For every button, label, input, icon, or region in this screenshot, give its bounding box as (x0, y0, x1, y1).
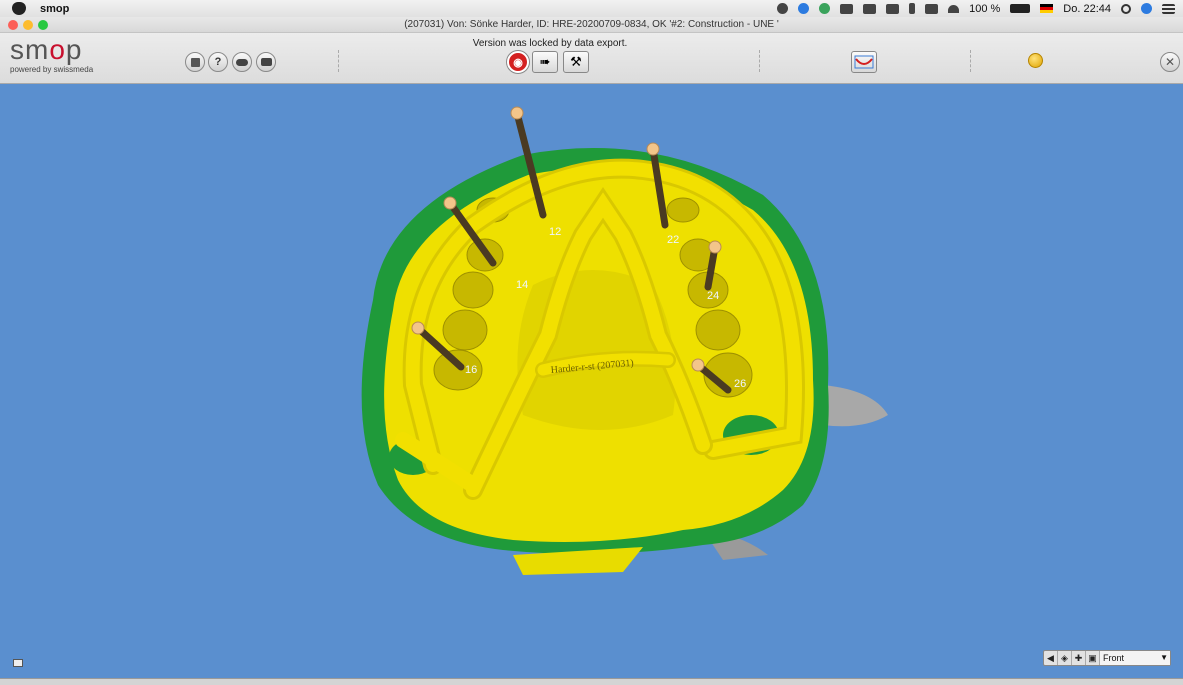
gamepad-icon (236, 58, 248, 66)
lock-message: Version was locked by data export. (472, 38, 628, 49)
window-title: (207031) Von: Sönke Harder, ID: HRE-2020… (404, 19, 779, 30)
3d-viewport[interactable]: 12 14 16 22 24 26 Harder-r-st (207031) ◀… (3, 85, 1180, 678)
evernote-icon[interactable] (819, 3, 831, 14)
battery-percent: 100 % (969, 2, 1001, 15)
menubar-clock[interactable]: Do. 22:44 (1063, 3, 1111, 15)
wifi-icon[interactable] (948, 4, 960, 13)
screenshot-button[interactable] (256, 52, 276, 72)
battery-icon[interactable] (1010, 4, 1031, 13)
toolbar-separator (759, 50, 760, 72)
export-document-icon: ➠ (539, 54, 551, 69)
toolbar: smop powered by swissmeda ? Version was … (0, 33, 1183, 84)
curve-tool-button[interactable] (851, 51, 877, 73)
smop-logo: smop powered by swissmeda (10, 35, 120, 79)
camera-icon (260, 58, 272, 66)
logo-powered-by: powered by swissmeda (10, 65, 94, 74)
close-window-button[interactable] (8, 20, 18, 30)
close-icon: ✕ (1164, 55, 1176, 69)
tooth-label-24: 24 (707, 290, 719, 302)
nav-left-arrow-icon[interactable]: ◀ (1044, 651, 1058, 665)
keyboard-icon[interactable] (925, 3, 939, 14)
menubar-status-area: 100 % Do. 22:44 (777, 0, 1175, 17)
tooth-label-26: 26 (734, 378, 746, 390)
tooth-label-12: 12 (549, 226, 561, 238)
locked-version-button[interactable]: ◉ (507, 51, 529, 73)
save-button[interactable] (185, 52, 205, 72)
close-case-button[interactable]: ✕ (1160, 52, 1180, 72)
toolbar-separator (970, 50, 971, 72)
logo-part-2: p (65, 34, 83, 65)
export-button[interactable]: ➠ (532, 51, 558, 73)
zoom-view-icon[interactable]: ▣ (1086, 651, 1100, 665)
status-indicator (1028, 53, 1043, 68)
creative-cloud-icon[interactable] (777, 3, 789, 14)
tools-icon: ⚒ (570, 54, 582, 69)
german-flag-icon[interactable] (1040, 4, 1054, 13)
save-icon (190, 57, 200, 67)
calendar-icon[interactable] (886, 3, 900, 14)
chevron-down-icon: ▼ (1160, 653, 1168, 662)
view-navigation-control: ◀ ◈ ✚ ▣ Front ▼ (1043, 650, 1171, 666)
pan-view-icon[interactable]: ✚ (1072, 651, 1086, 665)
mac-menubar: smop 100 % Do. 22:44 (0, 0, 1183, 17)
dental-model-render[interactable]: 12 14 16 22 24 26 Harder-r-st (207031) (3, 85, 1180, 678)
remote-support-button[interactable] (232, 52, 252, 72)
window-titlebar: (207031) Von: Sönke Harder, ID: HRE-2020… (0, 17, 1183, 33)
logo-part-1: sm (10, 34, 50, 65)
zoom-window-button[interactable] (38, 20, 48, 30)
app-menu-name[interactable]: smop (40, 3, 69, 15)
notification-center-icon[interactable] (1162, 3, 1175, 14)
lock-icon: ◉ (513, 56, 523, 69)
question-icon: ? (214, 56, 222, 68)
bluetooth-icon[interactable] (909, 3, 916, 14)
view-select-value: Front (1103, 653, 1125, 663)
grey-tissue-right (823, 385, 888, 427)
bottom-status-bar (0, 678, 1183, 685)
shield-icon[interactable] (863, 3, 877, 14)
view-select[interactable]: Front ▼ (1100, 651, 1170, 665)
tooth-label-22: 22 (667, 234, 679, 246)
teamviewer-icon[interactable] (798, 3, 810, 14)
logo-wordmark: smop (10, 35, 120, 65)
tooth-label-14: 14 (516, 279, 528, 291)
help-button[interactable]: ? (208, 52, 228, 72)
tools-button[interactable]: ⚒ (563, 51, 589, 73)
toolbar-separator (338, 50, 339, 72)
tooth-label-16: 16 (465, 364, 477, 376)
display-icon[interactable] (840, 3, 854, 14)
minimize-window-button[interactable] (23, 20, 33, 30)
rotate-view-icon[interactable]: ◈ (1058, 651, 1072, 665)
siri-icon[interactable] (1141, 3, 1152, 14)
viewport-corner-icon[interactable] (13, 659, 23, 667)
apple-icon[interactable] (12, 2, 26, 15)
spotlight-search-icon[interactable] (1121, 3, 1131, 14)
logo-o: o (49, 34, 66, 65)
curve-icon (854, 55, 874, 69)
